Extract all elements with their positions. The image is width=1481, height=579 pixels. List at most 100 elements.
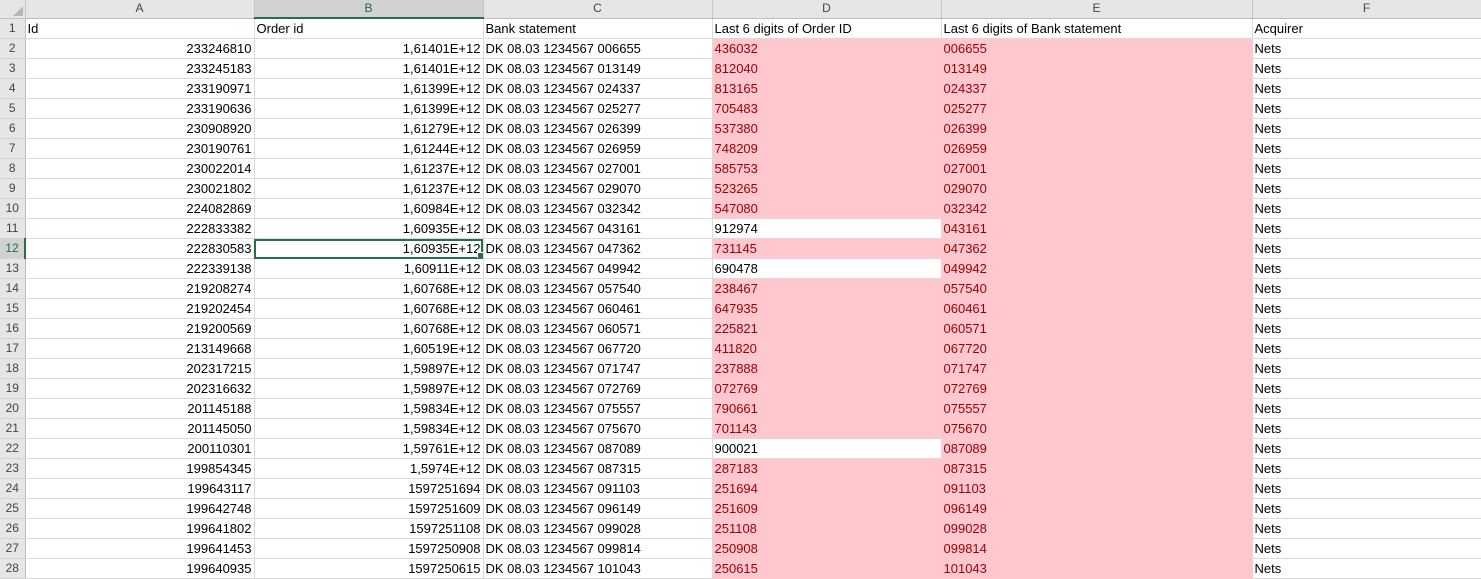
row-header[interactable]: 26 xyxy=(0,518,26,539)
cell-acquirer[interactable]: Nets xyxy=(1252,198,1481,219)
cell-id[interactable]: 213149668 xyxy=(25,338,255,359)
cell-order-id[interactable]: 1,60935E+12 xyxy=(254,218,484,239)
row-header[interactable]: 27 xyxy=(0,538,26,559)
cell-acquirer[interactable]: Nets xyxy=(1252,218,1481,239)
row-header[interactable]: 28 xyxy=(0,558,26,579)
cell-last6-bank[interactable]: 099814 xyxy=(941,538,1253,559)
cell-last6-bank[interactable]: 043161 xyxy=(941,218,1253,239)
row-header[interactable]: 16 xyxy=(0,318,26,339)
cell-id[interactable]: 233245183 xyxy=(25,58,255,79)
column-header-a[interactable]: A xyxy=(25,0,255,19)
cell-last6-order[interactable]: 705483 xyxy=(712,98,942,119)
cell-last6-order[interactable]: 225821 xyxy=(712,318,942,339)
cell-order-id[interactable]: 1,61237E+12 xyxy=(254,158,484,179)
cell-order-id[interactable]: 1,5974E+12 xyxy=(254,458,484,479)
cell-bank-statement[interactable]: DK 08.03 1234567 013149 xyxy=(483,58,713,79)
cell-id[interactable]: 233246810 xyxy=(25,38,255,59)
cell-acquirer[interactable]: Nets xyxy=(1252,98,1481,119)
cell-last6-order[interactable]: 813165 xyxy=(712,78,942,99)
cell-bank-statement[interactable]: DK 08.03 1234567 087315 xyxy=(483,458,713,479)
cell-order-id[interactable]: 1,59834E+12 xyxy=(254,398,484,419)
cell-order-id[interactable]: 1,61399E+12 xyxy=(254,78,484,99)
column-header-b[interactable]: B xyxy=(254,0,484,19)
cell-bank-statement[interactable]: DK 08.03 1234567 057540 xyxy=(483,278,713,299)
cell-last6-bank[interactable]: 049942 xyxy=(941,258,1253,279)
cell-last6-bank[interactable]: 091103 xyxy=(941,478,1253,499)
cell-last6-bank[interactable]: 099028 xyxy=(941,518,1253,539)
cell-last6-bank[interactable]: 025277 xyxy=(941,98,1253,119)
cell-last6-bank[interactable]: 060571 xyxy=(941,318,1253,339)
cell-bank-statement[interactable]: DK 08.03 1234567 099814 xyxy=(483,538,713,559)
cell-order-id[interactable]: 1,60911E+12 xyxy=(254,258,484,279)
cell-order-id[interactable]: 1,61401E+12 xyxy=(254,58,484,79)
cell-header-last6-bank[interactable]: Last 6 digits of Bank statement xyxy=(941,18,1253,39)
cell-order-id[interactable]: 1,61399E+12 xyxy=(254,98,484,119)
cell-id[interactable]: 199854345 xyxy=(25,458,255,479)
cell-bank-statement[interactable]: DK 08.03 1234567 032342 xyxy=(483,198,713,219)
row-header[interactable]: 2 xyxy=(0,38,26,59)
cell-id[interactable]: 199641802 xyxy=(25,518,255,539)
cell-bank-statement[interactable]: DK 08.03 1234567 060461 xyxy=(483,298,713,319)
row-header[interactable]: 25 xyxy=(0,498,26,519)
row-header[interactable]: 5 xyxy=(0,98,26,119)
cell-bank-statement[interactable]: DK 08.03 1234567 101043 xyxy=(483,558,713,579)
row-header[interactable]: 15 xyxy=(0,298,26,319)
select-all-corner[interactable] xyxy=(0,0,26,19)
cell-last6-order[interactable]: 287183 xyxy=(712,458,942,479)
cell-last6-order[interactable]: 547080 xyxy=(712,198,942,219)
cell-last6-bank[interactable]: 096149 xyxy=(941,498,1253,519)
row-header[interactable]: 19 xyxy=(0,378,26,399)
cell-last6-bank[interactable]: 057540 xyxy=(941,278,1253,299)
cell-acquirer[interactable]: Nets xyxy=(1252,178,1481,199)
row-header[interactable]: 8 xyxy=(0,158,26,179)
cell-acquirer[interactable]: Nets xyxy=(1252,38,1481,59)
cell-order-id[interactable]: 1,59834E+12 xyxy=(254,418,484,439)
cell-last6-order[interactable]: 812040 xyxy=(712,58,942,79)
cell-order-id[interactable]: 1,59897E+12 xyxy=(254,358,484,379)
cell-last6-order[interactable]: 250908 xyxy=(712,538,942,559)
cell-last6-order[interactable]: 731145 xyxy=(712,238,942,259)
cell-bank-statement[interactable]: DK 08.03 1234567 075670 xyxy=(483,418,713,439)
cell-id[interactable]: 200110301 xyxy=(25,438,255,459)
row-header[interactable]: 21 xyxy=(0,418,26,439)
cell-bank-statement[interactable]: DK 08.03 1234567 091103 xyxy=(483,478,713,499)
row-header[interactable]: 17 xyxy=(0,338,26,359)
row-header[interactable]: 14 xyxy=(0,278,26,299)
cell-id[interactable]: 202316632 xyxy=(25,378,255,399)
row-header[interactable]: 20 xyxy=(0,398,26,419)
cell-last6-bank[interactable]: 047362 xyxy=(941,238,1253,259)
row-header[interactable]: 12 xyxy=(0,238,26,259)
cell-acquirer[interactable]: Nets xyxy=(1252,78,1481,99)
fill-handle[interactable] xyxy=(476,252,482,258)
cell-order-id[interactable]: 1,61279E+12 xyxy=(254,118,484,139)
cell-last6-order[interactable]: 701143 xyxy=(712,418,942,439)
row-header[interactable]: 7 xyxy=(0,138,26,159)
cell-id[interactable]: 233190636 xyxy=(25,98,255,119)
cell-last6-order[interactable]: 251694 xyxy=(712,478,942,499)
cell-last6-order[interactable]: 690478 xyxy=(712,258,942,279)
cell-last6-order[interactable]: 585753 xyxy=(712,158,942,179)
cell-last6-order[interactable]: 411820 xyxy=(712,338,942,359)
cell-order-id[interactable]: 1,60768E+12 xyxy=(254,278,484,299)
cell-acquirer[interactable]: Nets xyxy=(1252,138,1481,159)
cell-last6-order[interactable]: 250615 xyxy=(712,558,942,579)
cell-acquirer[interactable]: Nets xyxy=(1252,298,1481,319)
cell-order-id[interactable]: 1,60935E+12 xyxy=(254,238,484,259)
row-header[interactable]: 18 xyxy=(0,358,26,379)
cell-acquirer[interactable]: Nets xyxy=(1252,418,1481,439)
cell-acquirer[interactable]: Nets xyxy=(1252,58,1481,79)
cell-id[interactable]: 199643117 xyxy=(25,478,255,499)
cell-bank-statement[interactable]: DK 08.03 1234567 049942 xyxy=(483,258,713,279)
cell-acquirer[interactable]: Nets xyxy=(1252,498,1481,519)
cell-id[interactable]: 222339138 xyxy=(25,258,255,279)
cell-order-id[interactable]: 1,60519E+12 xyxy=(254,338,484,359)
cell-id[interactable]: 202317215 xyxy=(25,358,255,379)
cell-bank-statement[interactable]: DK 08.03 1234567 071747 xyxy=(483,358,713,379)
cell-bank-statement[interactable]: DK 08.03 1234567 029070 xyxy=(483,178,713,199)
cell-bank-statement[interactable]: DK 08.03 1234567 060571 xyxy=(483,318,713,339)
cell-last6-bank[interactable]: 024337 xyxy=(941,78,1253,99)
cell-id[interactable]: 222830583 xyxy=(25,238,255,259)
cell-last6-order[interactable]: 748209 xyxy=(712,138,942,159)
cell-id[interactable]: 199640935 xyxy=(25,558,255,579)
cell-id[interactable]: 219208274 xyxy=(25,278,255,299)
